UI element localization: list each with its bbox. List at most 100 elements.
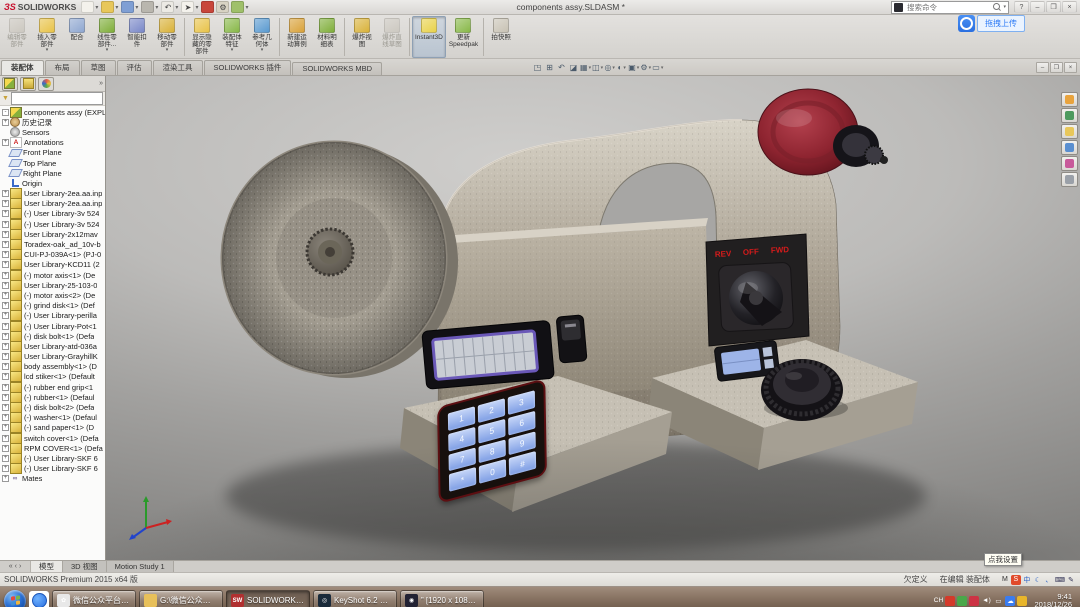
tree-item[interactable]: Sensors	[0, 127, 105, 137]
tab-4[interactable]: 评估	[117, 60, 152, 75]
expand-toggle[interactable]: +	[2, 200, 9, 207]
tree-item[interactable]: +(-) disk bolt<1> (Defa	[0, 331, 105, 341]
rebuild-icon[interactable]	[201, 1, 214, 13]
tab-3[interactable]: 草图	[81, 60, 116, 75]
tree-item[interactable]: +switch cover<1> (Defa	[0, 433, 105, 443]
punctuation-icon[interactable]: 、	[1044, 575, 1054, 585]
tree-item[interactable]: +Mates	[0, 474, 105, 484]
expand-toggle[interactable]: +	[2, 272, 9, 279]
expand-toggle[interactable]: +	[2, 394, 9, 401]
filter-input[interactable]	[11, 92, 103, 105]
expand-toggle[interactable]: +	[2, 292, 9, 299]
baidu-netdisk-icon[interactable]	[958, 15, 975, 32]
ribbon-button-bill-of-materials[interactable]: 材料明细表	[312, 16, 342, 58]
expand-toggle[interactable]: +	[2, 231, 9, 238]
file-properties-dropdown-icon[interactable]: ▾	[245, 4, 248, 11]
view-palette-icon[interactable]	[1061, 140, 1078, 155]
expand-toggle[interactable]: +	[2, 353, 9, 360]
close-button[interactable]: ×	[1062, 1, 1077, 13]
expand-toggle[interactable]: +	[2, 455, 9, 462]
expand-toggle[interactable]: +	[2, 210, 9, 217]
keypad-key-*[interactable]: *	[449, 467, 476, 492]
tray-security-icon[interactable]	[1017, 596, 1027, 606]
edit-appearance-icon[interactable]: ◐▾	[616, 62, 627, 73]
view-orientation-icon[interactable]: ▦▾	[580, 62, 591, 73]
ribbon-button-instant3d[interactable]: Instant3D	[412, 16, 446, 58]
tab-1[interactable]: 装配体	[1, 60, 44, 75]
graphics-viewport[interactable]: REV OFF FWD	[106, 76, 1080, 560]
tree-item[interactable]: +(-) motor axis<1> (De	[0, 270, 105, 280]
full-half-width-icon[interactable]: ☾	[1033, 575, 1043, 585]
expand-toggle[interactable]: +	[2, 241, 9, 248]
file-explorer-icon[interactable]	[1061, 124, 1078, 139]
filter-icon[interactable]: ▼	[2, 95, 9, 102]
buffing-wheel[interactable]	[758, 89, 888, 175]
tree-item[interactable]: +RPM COVER<1> (Defa	[0, 443, 105, 453]
motion-tab-nav[interactable]: «‹›	[0, 561, 31, 572]
expand-toggle[interactable]: +	[2, 190, 9, 197]
tab-5[interactable]: 渲染工具	[153, 60, 203, 75]
ribbon-button-assembly-features[interactable]: 装配体特征▾	[217, 16, 247, 58]
sogou-icon[interactable]: S	[1011, 575, 1021, 585]
tray-ime-ch-icon[interactable]: CH	[933, 596, 943, 606]
expand-toggle[interactable]: +	[2, 445, 9, 452]
tree-item[interactable]: +User Library-atd-036a	[0, 341, 105, 351]
configurationmanager-tab[interactable]	[38, 77, 54, 91]
undo-icon[interactable]: ↶	[161, 1, 174, 13]
motion-nav-3[interactable]: ›	[19, 563, 21, 570]
display-button-down[interactable]	[764, 359, 774, 369]
tree-item[interactable]: +(-) washer<1> (Defaul	[0, 413, 105, 423]
select-tool-dropdown-icon[interactable]: ▾	[195, 4, 198, 11]
lcd-display[interactable]	[422, 320, 555, 389]
view-settings-icon[interactable]: ⚙▾	[640, 62, 651, 73]
ribbon-button-linear-component-pattern[interactable]: 线性零部件...▾	[92, 16, 122, 58]
tray-baidu-cloud-icon[interactable]: ☁	[1005, 596, 1015, 606]
tree-item[interactable]: +lcd stiker<1> (Default	[0, 372, 105, 382]
taskbar-button-solidworks[interactable]: SWSOLIDWORKS P...	[226, 590, 310, 607]
print-document-dropdown-icon[interactable]: ▾	[155, 4, 158, 11]
expand-toggle[interactable]: +	[2, 384, 9, 391]
ribbon-button-exploded-view[interactable]: 爆炸视图	[347, 16, 377, 58]
ribbon-button-show-hidden-components[interactable]: 显示隐藏的零部件	[187, 16, 217, 58]
expand-toggle[interactable]: +	[2, 333, 9, 340]
zoom-fit-icon[interactable]: ◳	[532, 62, 543, 73]
tree-item[interactable]: +User Library-GrayhillK	[0, 352, 105, 362]
motion-nav-1[interactable]: «	[9, 563, 13, 570]
zoom-area-icon[interactable]: ⊞	[544, 62, 555, 73]
motion-nav-2[interactable]: ‹	[15, 563, 17, 570]
taskbar-button-screen-capture[interactable]: ◉” [1920 x 1080]...	[400, 590, 484, 607]
design-library-icon[interactable]	[1061, 108, 1078, 123]
ribbon-button-move-component[interactable]: 移动零部件▾	[152, 16, 182, 58]
tree-item[interactable]: +Annotations	[0, 138, 105, 148]
doc-minimize-button[interactable]: –	[1036, 62, 1049, 73]
motion-tab-模型[interactable]: 模型	[31, 561, 63, 572]
tray-green-app-icon[interactable]	[957, 596, 967, 606]
motion-tab-3D 视图[interactable]: 3D 视图	[63, 561, 107, 572]
print-document-icon[interactable]	[141, 1, 154, 13]
tree-item[interactable]: +CUI-PJ-039A<1> (PJ-0	[0, 250, 105, 260]
expand-toggle[interactable]: +	[2, 282, 9, 289]
section-view-icon[interactable]: ◪	[568, 62, 579, 73]
taskbar-button-wechat-platform[interactable]: ✿微信公众平台 - 3...	[52, 590, 136, 607]
drag-upload-button[interactable]: 拖拽上传	[977, 15, 1025, 32]
panel-overflow-button[interactable]: »	[99, 80, 103, 87]
tray-volume-icon[interactable]: ◄)	[981, 596, 991, 606]
save-document-icon[interactable]	[121, 1, 134, 13]
undo-dropdown-icon[interactable]: ▾	[175, 4, 178, 11]
hide-show-items-icon[interactable]: ◎▾	[604, 62, 615, 73]
doc-restore-button[interactable]: ❒	[1050, 62, 1063, 73]
search-magnifier-icon[interactable]	[993, 3, 1001, 11]
tree-item[interactable]: +(-) User Library-perilla	[0, 311, 105, 321]
help-button[interactable]: ?	[1014, 1, 1029, 13]
ribbon-button-explode-line-sketch[interactable]: 爆炸直线草图	[377, 16, 407, 58]
ribbon-button-new-motion-study[interactable]: 新建运动算例	[282, 16, 312, 58]
tree-item[interactable]: Right Plane	[0, 168, 105, 178]
tree-item[interactable]: +User Library-2ea.aa.inp	[0, 189, 105, 199]
expand-toggle[interactable]: +	[2, 435, 9, 442]
tree-item[interactable]: +历史记录	[0, 117, 105, 127]
expand-toggle[interactable]: +	[2, 312, 9, 319]
restore-button[interactable]: ❒	[1046, 1, 1061, 13]
ribbon-button-mate[interactable]: 配合	[62, 16, 92, 58]
tab-2[interactable]: 布局	[45, 60, 80, 75]
open-document-dropdown-icon[interactable]: ▾	[115, 4, 118, 11]
